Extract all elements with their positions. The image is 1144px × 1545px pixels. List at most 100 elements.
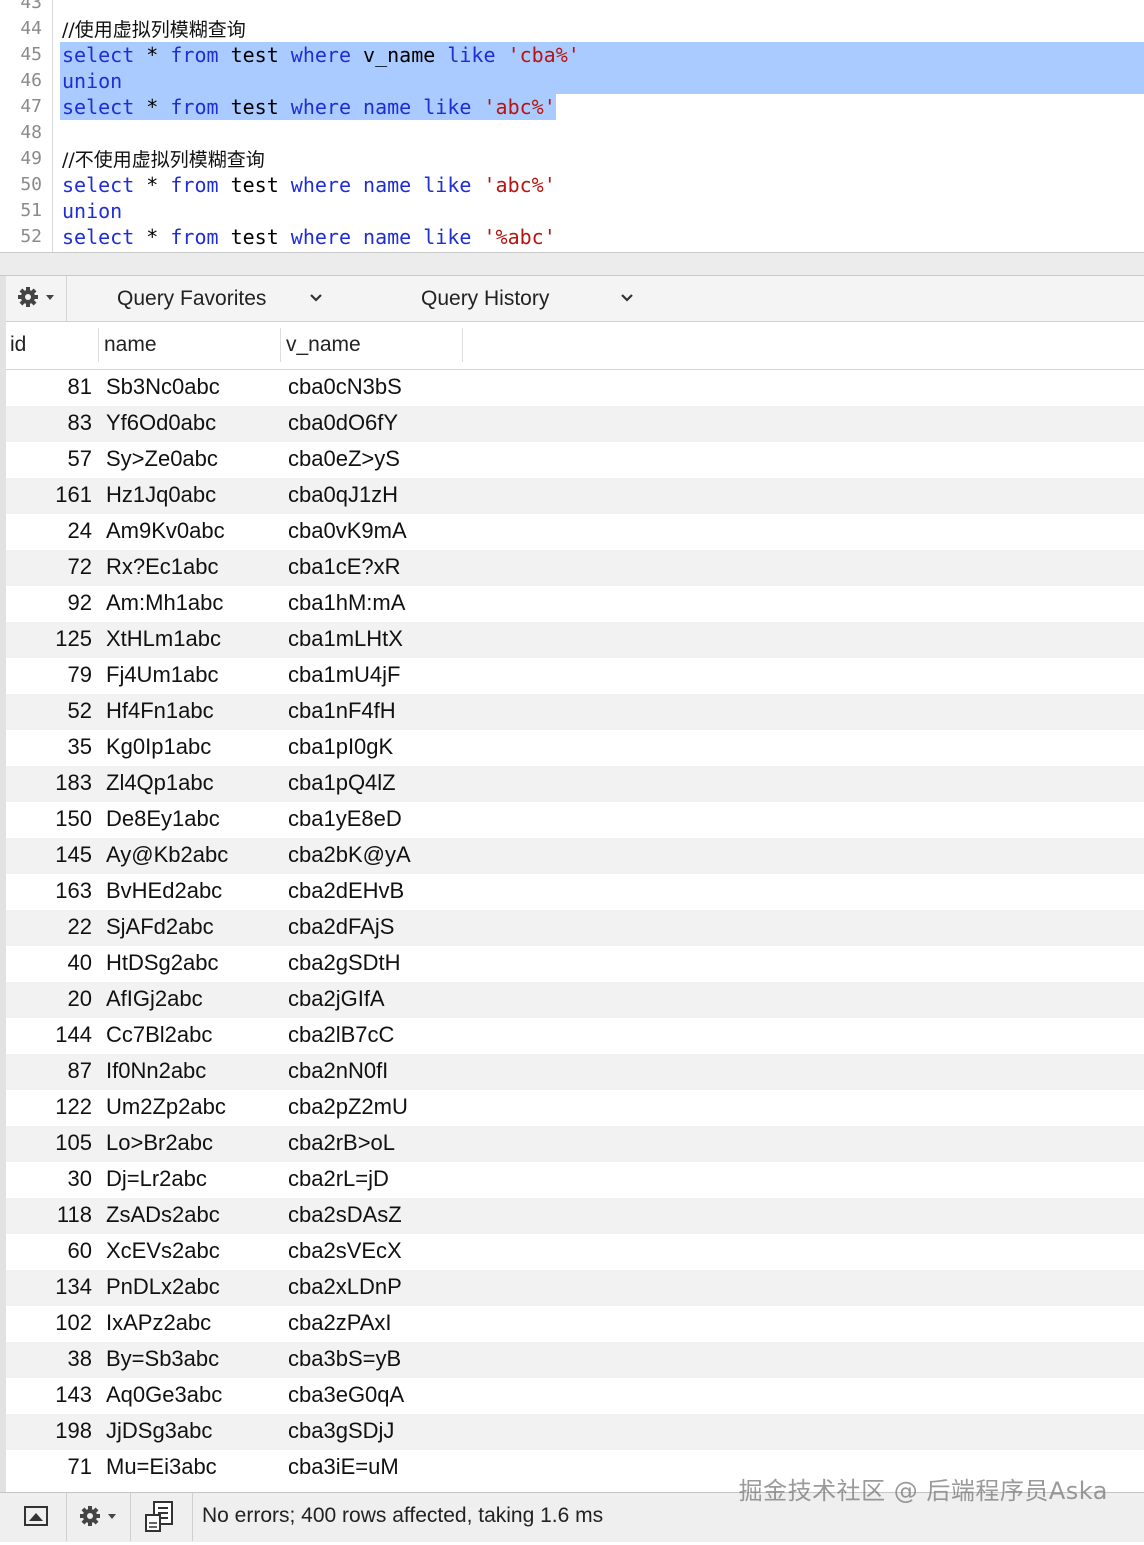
- code-line[interactable]: 51 union: [0, 198, 1144, 224]
- code-line[interactable]: 47 select * from test where name like 'ab…: [0, 94, 1144, 120]
- table-row[interactable]: 52 Hf4Fn1abc cba1nF4fH: [6, 694, 1144, 730]
- cell-name: JjDSg3abc: [106, 1418, 213, 1443]
- table-row[interactable]: 150 De8Ey1abc cba1yE8eD: [6, 802, 1144, 838]
- table-row[interactable]: 79 Fj4Um1abc cba1mU4jF: [6, 658, 1144, 694]
- gear-icon: [80, 1506, 116, 1526]
- column-divider[interactable]: [462, 328, 463, 362]
- column-header-v-name[interactable]: v_name: [286, 322, 361, 368]
- status-message: No errors; 400 rows affected, taking 1.6…: [202, 1504, 604, 1527]
- cell-v-name: cba0dO6fY: [288, 410, 399, 435]
- sql-keyword: name: [351, 225, 424, 249]
- table-row[interactable]: 22 SjAFd2abc cba2dFAjS: [6, 910, 1144, 946]
- code-line[interactable]: 44 //使用虚拟列模糊查询: [0, 16, 1144, 42]
- code-line[interactable]: 43: [0, 0, 1144, 16]
- table-row[interactable]: 144 Cc7Bl2abc cba2lB7cC: [6, 1018, 1144, 1054]
- cell-v-name: cba3bS=yB: [288, 1346, 402, 1371]
- cell-id: 30: [67, 1166, 92, 1191]
- line-number: 52: [20, 226, 42, 247]
- toolbar-separator: [66, 276, 67, 321]
- status-actions-button[interactable]: [68, 1493, 130, 1541]
- cell-v-name: cba0qJ1zH: [288, 482, 399, 507]
- line-number: 43: [20, 0, 42, 13]
- cell-v-name: cba2rL=jD: [288, 1166, 389, 1191]
- cell-id: 38: [67, 1346, 92, 1371]
- table-row[interactable]: 161 Hz1Jq0abc cba0qJ1zH: [6, 478, 1144, 514]
- column-header-name[interactable]: name: [104, 322, 157, 368]
- line-number: 45: [20, 44, 42, 65]
- copy-results-button[interactable]: [134, 1493, 190, 1541]
- code-line[interactable]: 45 select * from test where v_name like '…: [0, 42, 1144, 68]
- cell-name: Sy>Ze0abc: [106, 446, 218, 471]
- query-history-dropdown[interactable]: Query History: [386, 276, 656, 321]
- table-row[interactable]: 134 PnDLx2abc cba2xLDnP: [6, 1270, 1144, 1306]
- cell-name: Yf6Od0abc: [106, 410, 217, 435]
- cell-name: De8Ey1abc: [106, 806, 220, 831]
- sql-keyword: from: [170, 225, 219, 249]
- sql-keyword: like: [423, 173, 472, 197]
- table-row[interactable]: 83 Yf6Od0abc cba0dO6fY: [6, 406, 1144, 442]
- table-row[interactable]: 145 Ay@Kb2abc cba2bK@yA: [6, 838, 1144, 874]
- cell-v-name: cba1mU4jF: [288, 662, 401, 687]
- cell-id: 134: [55, 1274, 92, 1299]
- table-row[interactable]: 143 Aq0Ge3abc cba3eG0qA: [6, 1378, 1144, 1414]
- cell-name: Kg0Ip1abc: [106, 734, 212, 759]
- column-divider[interactable]: [98, 328, 99, 362]
- pane-splitter[interactable]: [0, 252, 1144, 276]
- table-row[interactable]: 72 Rx?Ec1abc cba1cE?xR: [6, 550, 1144, 586]
- cell-v-name: cba2jGIfA: [288, 986, 385, 1011]
- column-header-id[interactable]: id: [10, 322, 26, 368]
- results-table-body[interactable]: 81 Sb3Nc0abc cba0cN3bS 83 Yf6Od0abc cba0dO6fY…: [6, 370, 1144, 1492]
- cell-id: 20: [67, 986, 92, 1011]
- table-row[interactable]: 125 XtHLm1abc cba1mLHtX: [6, 622, 1144, 658]
- code-line[interactable]: 46 union: [0, 68, 1144, 94]
- table-row[interactable]: 24 Am9Kv0abc cba0vK9mA: [6, 514, 1144, 550]
- sql-token: *: [134, 173, 171, 197]
- table-row[interactable]: 38 By=Sb3abc cba3bS=yB: [6, 1342, 1144, 1378]
- code-line[interactable]: 49 //不使用虚拟列模糊查询: [0, 146, 1144, 172]
- table-row[interactable]: 163 BvHEd2abc cba2dEHvB: [6, 874, 1144, 910]
- sql-keyword: union: [62, 69, 123, 93]
- table-row[interactable]: 118 ZsADs2abc cba2sDAsZ: [6, 1198, 1144, 1234]
- cell-name: XcEVs2abc: [106, 1238, 220, 1263]
- query-history-label: Query History: [421, 287, 550, 310]
- cell-id: 145: [55, 842, 92, 867]
- query-actions-button[interactable]: [14, 282, 66, 314]
- table-row[interactable]: 20 AfIGj2abc cba2jGIfA: [6, 982, 1144, 1018]
- cell-v-name: cba0vK9mA: [288, 518, 407, 543]
- query-favorites-dropdown[interactable]: Query Favorites: [76, 276, 346, 321]
- toggle-panel-button[interactable]: [8, 1493, 64, 1541]
- cell-id: 72: [67, 554, 92, 579]
- code-line[interactable]: 48: [0, 120, 1144, 146]
- table-row[interactable]: 198 JjDSg3abc cba3gSDjJ: [6, 1414, 1144, 1450]
- cell-name: If0Nn2abc: [106, 1058, 207, 1083]
- cell-name: IxAPz2abc: [106, 1310, 212, 1335]
- chevron-down-icon: [310, 294, 322, 302]
- cell-name: Sb3Nc0abc: [106, 374, 220, 399]
- code-text: select * from test where name like 'abc%…: [62, 172, 556, 198]
- table-row[interactable]: 40 HtDSg2abc cba2gSDtH: [6, 946, 1144, 982]
- table-row[interactable]: 92 Am:Mh1abc cba1hM:mA: [6, 586, 1144, 622]
- sql-keyword: from: [170, 95, 219, 119]
- cell-name: Am:Mh1abc: [106, 590, 224, 615]
- sql-editor[interactable]: 43 44 //使用虚拟列模糊查询 45 select * from test wher…: [0, 0, 1144, 252]
- code-line[interactable]: 50 select * from test where name like 'ab…: [0, 172, 1144, 198]
- table-row[interactable]: 30 Dj=Lr2abc cba2rL=jD: [6, 1162, 1144, 1198]
- cell-id: 57: [67, 446, 92, 471]
- code-line[interactable]: 52 select * from test where name like '%a…: [0, 224, 1144, 250]
- table-row[interactable]: 60 XcEVs2abc cba2sVEcX: [6, 1234, 1144, 1270]
- cell-v-name: cba1cE?xR: [288, 554, 401, 579]
- table-row[interactable]: 122 Um2Zp2abc cba2pZ2mU: [6, 1090, 1144, 1126]
- cell-id: 102: [55, 1310, 92, 1335]
- table-row[interactable]: 87 If0Nn2abc cba2nN0fI: [6, 1054, 1144, 1090]
- cell-id: 87: [67, 1058, 92, 1083]
- cell-id: 183: [55, 770, 92, 795]
- table-row[interactable]: 102 IxAPz2abc cba2zPAxI: [6, 1306, 1144, 1342]
- table-row[interactable]: 81 Sb3Nc0abc cba0cN3bS: [6, 370, 1144, 406]
- table-row[interactable]: 183 Zl4Qp1abc cba1pQ4lZ: [6, 766, 1144, 802]
- documents-icon: [145, 1501, 173, 1532]
- column-divider[interactable]: [280, 328, 281, 362]
- table-row[interactable]: 57 Sy>Ze0abc cba0eZ>yS: [6, 442, 1144, 478]
- table-row[interactable]: 105 Lo>Br2abc cba2rB>oL: [6, 1126, 1144, 1162]
- table-row[interactable]: 35 Kg0Ip1abc cba1pI0gK: [6, 730, 1144, 766]
